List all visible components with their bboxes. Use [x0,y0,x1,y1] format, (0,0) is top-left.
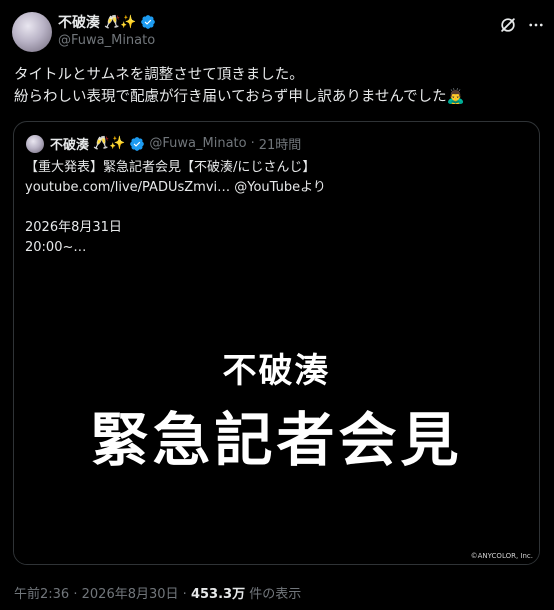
tweet-footer: 午前2:36 · 2026年8月30日 · 453.3万 件の表示 [14,583,301,602]
view-count-label: 件の表示 [249,587,302,602]
grok-icon [501,18,515,32]
quoted-time[interactable]: 21時間 [259,134,302,153]
more-button[interactable] [526,13,546,37]
quoted-name-emojis: 🥂✨ [93,136,126,151]
tweet-text-line: タイトルとサムネを調整させて頂きました。 [14,67,304,83]
quoted-display-name[interactable]: 不破湊 [50,134,89,153]
quoted-thumbnail[interactable]: 不破湊 緊急記者会見 ©ANYCOLOR, Inc. [14,351,539,564]
author-name-emojis: 🥂✨ [104,14,137,30]
tweet-text: タイトルとサムネを調整させて頂きました。 紛らわしい表現で配慮が行き届いておらず… [14,64,544,108]
quoted-tweet[interactable]: 不破湊 🥂✨ @Fuwa_Minato · 21時間 【重大発表】緊急記者会見【… [13,121,540,565]
tweet-detail: 不破湊 🥂✨ @Fuwa_Minato タイトルとサムネを調整させて頂きました。… [0,0,554,610]
footer-date[interactable]: 2026年8月30日 [82,587,179,602]
quoted-header: 不破湊 🥂✨ @Fuwa_Minato · 21時間 [50,134,301,153]
author-name-row: 不破湊 🥂✨ [58,12,156,32]
grok-button[interactable] [496,13,520,37]
quoted-handle[interactable]: @Fuwa_Minato [149,136,246,151]
quoted-text-line: 2026年8月31日 [25,220,122,235]
quoted-blank-line [25,198,530,218]
footer-time[interactable]: 午前2:36 [14,587,69,602]
footer-separator: · [182,587,187,602]
tweet-text-line: 紛らわしい表現で配慮が行き届いておらず申し訳ありませんでした🙇‍♂️ [14,89,465,105]
more-icon [529,23,543,27]
quoted-text-line: 20:00~… [25,240,87,255]
quoted-link-line[interactable]: youtube.com/live/PADUsZmvi… @YouTubeより [25,178,530,198]
verified-badge-icon [141,15,156,29]
thumbnail-subtitle: 不破湊 [222,351,331,391]
footer-separator: · [73,587,78,602]
verified-badge-icon [130,136,145,151]
quoted-text: 【重大発表】緊急記者会見【不破湊/にじさんじ】 youtube.com/live… [25,158,530,258]
view-count[interactable]: 453.3万 [191,587,245,602]
quoted-separator: · [250,136,255,151]
author-handle[interactable]: @Fuwa_Minato [58,33,155,48]
quoted-author-avatar[interactable] [26,135,44,153]
thumbnail-title: 緊急記者会見 [90,406,463,474]
thumbnail-copyright: ©ANYCOLOR, Inc. [470,552,533,560]
author-display-name[interactable]: 不破湊 [58,12,100,32]
author-avatar[interactable] [12,12,52,52]
quoted-text-line: 【重大発表】緊急記者会見【不破湊/にじさんじ】 [25,160,316,175]
